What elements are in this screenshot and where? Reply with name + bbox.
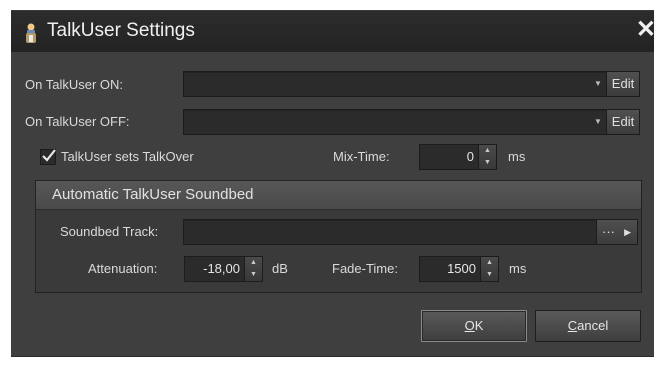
attenuation-spinner[interactable]: -18,00 ▲ ▼ [184, 256, 263, 282]
play-icon[interactable]: ▶ [624, 220, 631, 244]
on-talkuser-off-label: On TalkUser OFF: [25, 114, 130, 129]
ok-mnemonic: O [464, 318, 475, 333]
spinner-arrows-icon[interactable]: ▲ ▼ [480, 257, 498, 281]
dialog-body: On TalkUser ON: ▼ Edit On TalkUser OFF: … [11, 52, 654, 357]
ok-label-rest: K [474, 318, 484, 333]
mix-time-unit: ms [508, 149, 526, 164]
cancel-button[interactable]: Cancel [535, 310, 641, 342]
soundbed-group-title: Automatic TalkUser Soundbed [52, 186, 254, 203]
chevron-down-icon[interactable]: ▼ [589, 110, 607, 134]
on-talkuser-on-combo[interactable]: ▼ Edit [183, 71, 640, 97]
dialog-title: TalkUser Settings [47, 20, 195, 41]
attenuation-value: -18,00 [203, 261, 240, 276]
mix-time-spinner[interactable]: 0 ▲ ▼ [419, 144, 497, 170]
fade-time-spinner[interactable]: 1500 ▲ ▼ [419, 256, 499, 282]
on-talkuser-on-label: On TalkUser ON: [25, 77, 124, 92]
more-icon: ··· [602, 224, 615, 239]
spinner-arrows-icon[interactable]: ▲ ▼ [478, 145, 496, 169]
cancel-label-rest: ancel [577, 318, 609, 333]
title-bar: TalkUser Settings ✕ [11, 10, 654, 53]
spinner-arrows-icon[interactable]: ▲ ▼ [244, 257, 262, 281]
close-button[interactable]: ✕ [636, 17, 654, 43]
ok-button[interactable]: OK [421, 310, 527, 342]
cancel-mnemonic: C [567, 318, 578, 333]
talkover-label: TalkUser sets TalkOver [61, 149, 194, 164]
fade-time-label: Fade-Time: [332, 261, 398, 276]
mix-time-label: Mix-Time: [333, 149, 390, 164]
soundbed-group-header: Automatic TalkUser Soundbed [36, 181, 641, 210]
fade-time-unit: ms [509, 261, 527, 276]
soundbed-track-label: Soundbed Track: [60, 224, 159, 239]
mix-time-value: 0 [466, 149, 474, 164]
talkuser-settings-dialog: TalkUser Settings ✕ On TalkUser ON: ▼ Ed… [0, 0, 654, 365]
soundbed-group: Automatic TalkUser Soundbed Soundbed Tra… [35, 180, 642, 293]
on-talkuser-off-edit-button[interactable]: Edit [606, 110, 639, 134]
user-speaking-icon [23, 23, 39, 43]
soundbed-browse-button[interactable]: ··· ▶ [596, 220, 637, 244]
talkover-checkbox[interactable] [40, 149, 56, 165]
attenuation-unit: dB [272, 261, 288, 276]
chevron-down-icon[interactable]: ▼ [589, 72, 607, 96]
fade-time-value: 1500 [447, 261, 476, 276]
attenuation-label: Attenuation: [88, 261, 158, 276]
on-talkuser-off-combo[interactable]: ▼ Edit [183, 109, 640, 135]
soundbed-track-field[interactable]: ··· ▶ [183, 219, 638, 245]
on-talkuser-on-edit-button[interactable]: Edit [606, 72, 639, 96]
checkmark-icon [42, 149, 56, 162]
